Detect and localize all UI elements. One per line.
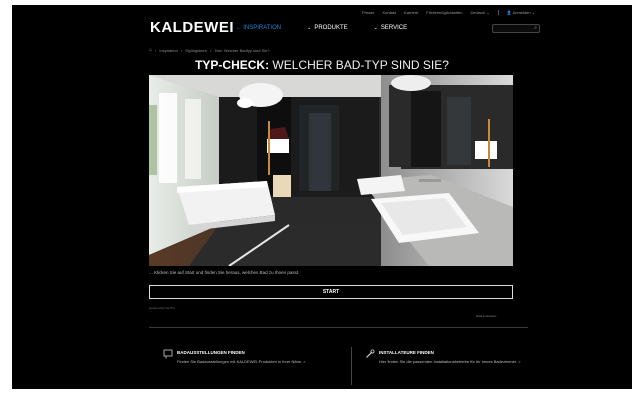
nav-service-label: SERVICE <box>380 25 408 31</box>
chevron-down-icon: ⌄ <box>531 10 536 15</box>
utility-separator <box>497 10 499 15</box>
language-select[interactable]: Deutsch ⌄ <box>471 10 490 15</box>
utility-link-presse[interactable]: Presse <box>362 10 374 15</box>
search-box: ⌕ <box>492 24 540 33</box>
breadcrumb: ⌂ › Inspiration › Stylingideen › Test: W… <box>149 47 270 53</box>
home-icon[interactable]: ⌂ <box>149 47 152 53</box>
kaldewei-logo[interactable]: KALDEWEI <box>150 19 234 36</box>
utility-link-kontakt[interactable]: Kontakt <box>382 10 396 15</box>
search-input[interactable] <box>495 25 533 32</box>
search-icon[interactable]: ⌕ <box>534 25 537 31</box>
chevron-down-icon: ⌄ <box>486 10 490 15</box>
chevron-down-icon: ⌄ <box>307 25 312 31</box>
login-link[interactable]: 👤 Anmelden ⌄ <box>507 10 535 15</box>
utility-link-foerder[interactable]: Fördermöglichkeiten <box>426 10 462 15</box>
nav-inspiration[interactable]: ⌄ INSPIRATION <box>236 25 281 31</box>
breadcrumb-separator: › <box>155 47 157 53</box>
main-nav: ⌄ INSPIRATION ⌄ PRODUKTE ⌄ SERVICE <box>236 25 407 31</box>
title-bold: TYP-CHECK: <box>195 58 270 72</box>
bathroom-image <box>149 75 513 266</box>
nav-service[interactable]: ⌄ SERVICE <box>374 25 407 31</box>
chevron-down-icon: ⌄ <box>373 25 378 31</box>
breadcrumb-current: Test: Welcher Badtyp sind Sie? <box>214 47 270 53</box>
wrench-icon <box>365 349 375 362</box>
nav-produkte[interactable]: ⌄ PRODUKTE <box>307 25 348 31</box>
user-icon: 👤 <box>506 10 512 15</box>
title-light: WELCHER BAD-TYP SIND SIE? <box>272 58 449 72</box>
breadcrumb-item[interactable]: Inspiration <box>159 48 177 53</box>
nav-inspiration-label: INSPIRATION <box>243 25 282 31</box>
nav-produkte-label: PRODUKTE <box>314 25 348 31</box>
powered-by-text: powered by ConTry <box>149 306 176 310</box>
utility-link-karriere[interactable]: Karriere <box>404 10 418 15</box>
breadcrumb-separator: › <box>180 47 183 53</box>
promo-installers-title: INSTALLATEURE FINDEN <box>379 350 434 355</box>
start-button[interactable]: START <box>149 285 513 299</box>
privacy-link[interactable]: Data protection <box>476 314 496 318</box>
breadcrumb-separator: › <box>209 47 212 53</box>
promo-showrooms-title: BADAUSSTELLUNGEN FINDEN <box>177 350 245 355</box>
page-title: TYP-CHECK: WELCHER BAD-TYP SIND SIE? <box>12 58 632 72</box>
chevron-down-icon: ⌄ <box>236 25 241 31</box>
promo-separator <box>351 347 352 385</box>
intro-text: ... Klicken Sie auf Start und finden Sie… <box>149 270 300 275</box>
showroom-icon <box>163 349 173 362</box>
section-divider <box>149 327 528 328</box>
promo-installers-text: Hier finden Sie die passenden Installati… <box>379 359 521 364</box>
breadcrumb-item[interactable]: Stylingideen <box>185 48 207 53</box>
page: Presse Kontakt Karriere Fördermöglichkei… <box>12 5 632 389</box>
utility-nav: Presse Kontakt Karriere Fördermöglichkei… <box>362 10 535 15</box>
promo-showrooms-text: Finden Sie Badausstellungen mit KALDEWEI… <box>177 359 306 364</box>
bathroom-illustration <box>149 75 513 266</box>
